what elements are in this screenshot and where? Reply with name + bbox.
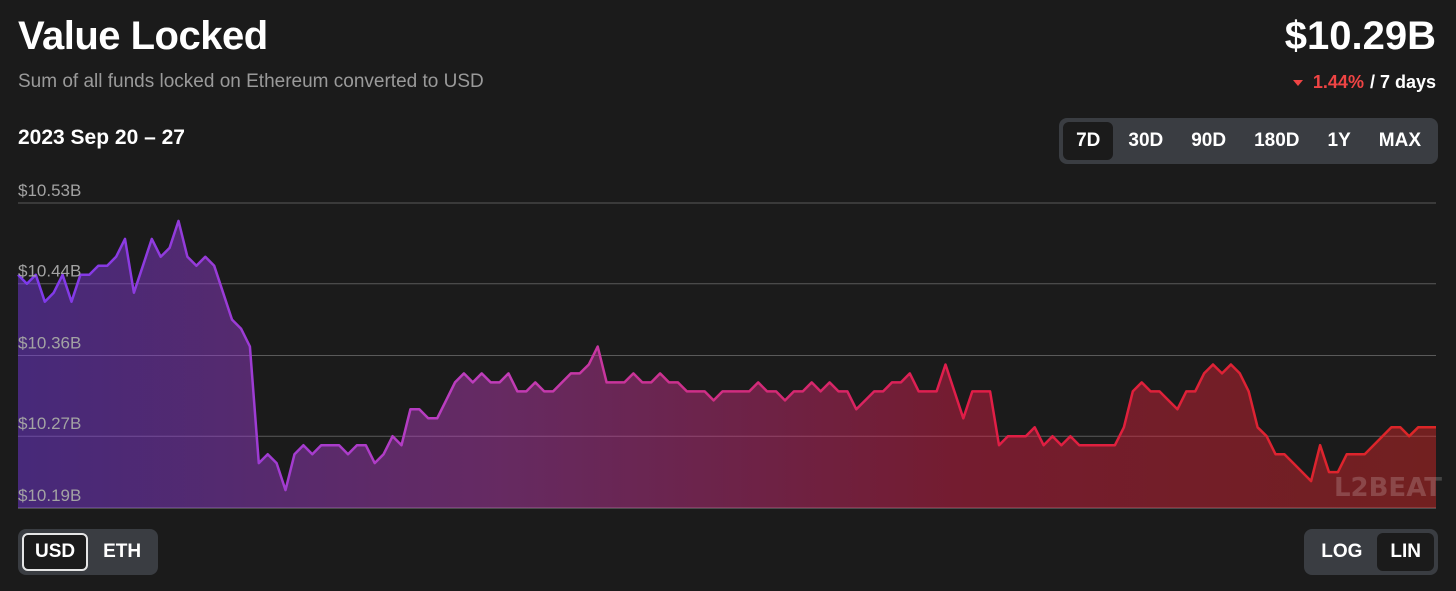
area-fill — [18, 220, 1436, 508]
y-tick-label: $10.19B — [18, 486, 81, 505]
period-180d-button[interactable]: 180D — [1241, 122, 1312, 160]
period-max-button[interactable]: MAX — [1366, 122, 1434, 160]
y-tick-label: $10.44B — [18, 262, 81, 281]
period-selector: 7D 30D 90D 180D 1Y MAX — [1059, 118, 1438, 164]
change-indicator: 1.44% / 7 days — [1292, 72, 1436, 93]
period-7d-button[interactable]: 7D — [1063, 122, 1114, 160]
page-subtitle: Sum of all funds locked on Ethereum conv… — [18, 71, 484, 92]
arrow-down-icon — [1292, 79, 1303, 86]
l2beat-watermark: L2BEAT — [1334, 473, 1442, 503]
scale-lin-button[interactable]: LIN — [1377, 533, 1434, 571]
period-90d-button[interactable]: 90D — [1178, 122, 1239, 160]
unit-selector: USD ETH — [18, 529, 159, 575]
scale-selector: LOG LIN — [1304, 529, 1438, 575]
date-range: 2023 Sep 20 – 27 — [18, 126, 185, 149]
unit-eth-button[interactable]: ETH — [90, 533, 154, 571]
y-tick-label: $10.53B — [18, 181, 81, 200]
change-percent: 1.44% — [1312, 72, 1364, 92]
period-30d-button[interactable]: 30D — [1115, 122, 1176, 160]
scale-log-button[interactable]: LOG — [1308, 533, 1375, 571]
unit-usd-button[interactable]: USD — [22, 533, 89, 571]
page-title: Value Locked — [18, 14, 268, 58]
value-locked-chart[interactable]: $10.19B $10.27B $10.36B $10.44B $10.53B L2BE… — [0, 160, 1456, 520]
y-tick-label: $10.36B — [18, 334, 81, 353]
y-tick-label: $10.27B — [18, 414, 81, 433]
change-period: / 7 days — [1369, 72, 1436, 92]
total-value: $10.29B — [1284, 14, 1436, 58]
period-1y-button[interactable]: 1Y — [1315, 122, 1364, 160]
